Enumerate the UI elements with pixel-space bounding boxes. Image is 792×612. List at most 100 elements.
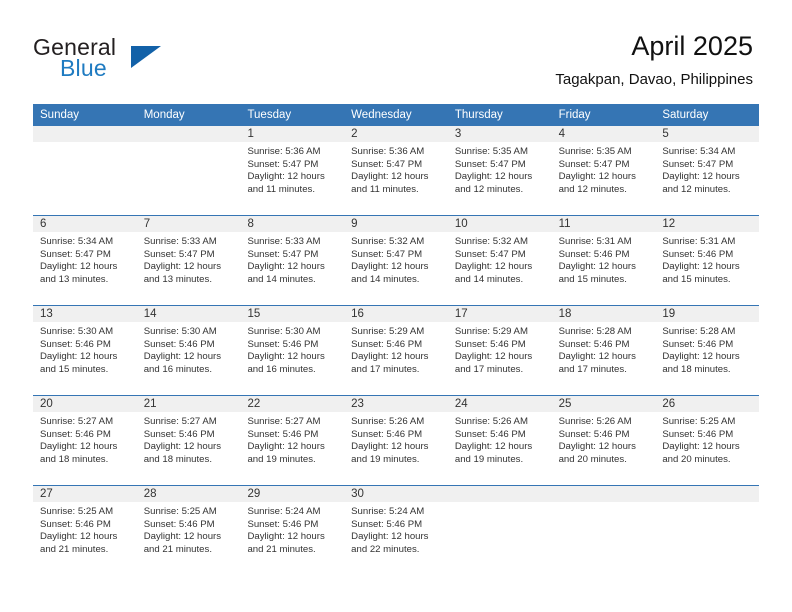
day-number bbox=[33, 126, 137, 142]
day-number: 9 bbox=[344, 216, 448, 232]
day-cell[interactable]: 14 Sunrise: 5:30 AM Sunset: 5:46 PM Dayligh… bbox=[136, 306, 241, 395]
day-cell[interactable]: 5 Sunrise: 5:34 AM Sunset: 5:47 PM Daylight… bbox=[655, 126, 760, 215]
day-number: 7 bbox=[136, 216, 241, 232]
sunrise-text: Sunrise: 5:33 AM bbox=[247, 236, 321, 247]
week-cells: 20 Sunrise: 5:27 AM Sunset: 5:46 PM Dayligh… bbox=[33, 396, 760, 485]
day-cell[interactable]: 3 Sunrise: 5:35 AM Sunset: 5:47 PM Daylight… bbox=[447, 126, 552, 215]
day-details: Sunrise: 5:32 AM Sunset: 5:47 PM Daylight:… bbox=[448, 232, 552, 286]
week-row: 13 Sunrise: 5:30 AM Sunset: 5:46 PM Dayligh… bbox=[33, 305, 760, 395]
sunrise-text: Sunrise: 5:28 AM bbox=[558, 326, 632, 337]
title-block: April 2025 Tagakpan, Davao, Philippines bbox=[555, 30, 753, 89]
day-number: 8 bbox=[240, 216, 345, 232]
day-number: 28 bbox=[136, 486, 241, 502]
daylight-text: Daylight: 12 hours and 16 minutes. bbox=[143, 351, 222, 375]
day-cell[interactable]: 1 Sunrise: 5:36 AM Sunset: 5:47 PM Daylight… bbox=[240, 126, 345, 215]
daylight-text: Daylight: 12 hours and 11 minutes. bbox=[351, 171, 429, 195]
sunset-text: Sunset: 5:46 PM bbox=[143, 338, 215, 350]
sunrise-text: Sunrise: 5:36 AM bbox=[247, 146, 321, 157]
day-cell[interactable]: 15 Sunrise: 5:30 AM Sunset: 5:46 PM Dayligh… bbox=[240, 306, 345, 395]
day-cell[interactable]: 13 Sunrise: 5:30 AM Sunset: 5:46 PM Dayligh… bbox=[33, 306, 137, 395]
calendar-page: General Blue April 2025 Tagakpan, Davao,… bbox=[0, 0, 792, 612]
sunrise-text: Sunrise: 5:36 AM bbox=[351, 146, 425, 157]
daylight-text: Daylight: 12 hours and 12 minutes. bbox=[558, 171, 636, 195]
daylight-text: Daylight: 12 hours and 22 minutes. bbox=[351, 531, 429, 555]
sunrise-text: Sunrise: 5:26 AM bbox=[454, 416, 528, 427]
sunrise-text: Sunrise: 5:31 AM bbox=[558, 236, 632, 247]
day-cell[interactable]: 30 Sunrise: 5:24 AM Sunset: 5:46 PM Dayligh… bbox=[344, 486, 448, 575]
daylight-text: Daylight: 12 hours and 15 minutes. bbox=[40, 351, 118, 375]
day-cell[interactable]: 8 Sunrise: 5:33 AM Sunset: 5:47 PM Daylight… bbox=[240, 216, 345, 305]
day-cell[interactable]: 16 Sunrise: 5:29 AM Sunset: 5:46 PM Dayligh… bbox=[344, 306, 448, 395]
day-cell[interactable]: 27 Sunrise: 5:25 AM Sunset: 5:46 PM Dayligh… bbox=[33, 486, 137, 575]
day-cell[interactable]: 9 Sunrise: 5:32 AM Sunset: 5:47 PM Daylight… bbox=[344, 216, 448, 305]
daylight-text: Daylight: 12 hours and 12 minutes. bbox=[454, 171, 533, 195]
daylight-text: Daylight: 12 hours and 15 minutes. bbox=[662, 261, 740, 285]
sunset-text: Sunset: 5:47 PM bbox=[454, 248, 526, 260]
day-number: 3 bbox=[447, 126, 552, 142]
day-number: 29 bbox=[240, 486, 345, 502]
day-cell[interactable]: 6 Sunrise: 5:34 AM Sunset: 5:47 PM Daylight… bbox=[33, 216, 137, 305]
day-cell[interactable]: 20 Sunrise: 5:27 AM Sunset: 5:46 PM Dayligh… bbox=[33, 396, 137, 485]
triangle-icon bbox=[131, 46, 161, 68]
sunrise-text: Sunrise: 5:26 AM bbox=[351, 416, 425, 427]
day-number: 19 bbox=[655, 306, 760, 322]
daylight-text: Daylight: 12 hours and 19 minutes. bbox=[247, 441, 325, 465]
day-number: 14 bbox=[136, 306, 241, 322]
day-cell[interactable]: 18 Sunrise: 5:28 AM Sunset: 5:46 PM Dayligh… bbox=[551, 306, 656, 395]
day-cell[interactable]: 29 Sunrise: 5:24 AM Sunset: 5:46 PM Dayligh… bbox=[240, 486, 345, 575]
day-details: Sunrise: 5:26 AM Sunset: 5:46 PM Daylight:… bbox=[552, 412, 656, 466]
day-cell[interactable]: 11 Sunrise: 5:31 AM Sunset: 5:46 PM Dayligh… bbox=[551, 216, 656, 305]
sunrise-text: Sunrise: 5:29 AM bbox=[351, 326, 425, 337]
day-details: Sunrise: 5:31 AM Sunset: 5:46 PM Daylight:… bbox=[655, 232, 759, 286]
day-details: Sunrise: 5:24 AM Sunset: 5:46 PM Daylight:… bbox=[240, 502, 344, 556]
brand-logo[interactable]: General Blue bbox=[33, 34, 233, 90]
day-number: 17 bbox=[447, 306, 552, 322]
sunrise-text: Sunrise: 5:24 AM bbox=[247, 506, 321, 517]
day-cell[interactable]: 2 Sunrise: 5:36 AM Sunset: 5:47 PM Daylight… bbox=[344, 126, 448, 215]
sunset-text: Sunset: 5:46 PM bbox=[351, 338, 423, 350]
day-cell[interactable]: 22 Sunrise: 5:27 AM Sunset: 5:46 PM Dayligh… bbox=[240, 396, 345, 485]
day-cell[interactable]: 21 Sunrise: 5:27 AM Sunset: 5:46 PM Dayligh… bbox=[136, 396, 241, 485]
sunset-text: Sunset: 5:47 PM bbox=[143, 248, 215, 260]
day-number: 27 bbox=[33, 486, 137, 502]
day-cell[interactable]: 25 Sunrise: 5:26 AM Sunset: 5:46 PM Dayligh… bbox=[551, 396, 656, 485]
day-cell[interactable]: 12 Sunrise: 5:31 AM Sunset: 5:46 PM Dayligh… bbox=[655, 216, 760, 305]
day-number: 21 bbox=[136, 396, 241, 412]
day-cell[interactable]: 4 Sunrise: 5:35 AM Sunset: 5:47 PM Daylight… bbox=[551, 126, 656, 215]
sunrise-text: Sunrise: 5:28 AM bbox=[662, 326, 736, 337]
daylight-text: Daylight: 12 hours and 19 minutes. bbox=[351, 441, 429, 465]
sunrise-text: Sunrise: 5:35 AM bbox=[454, 146, 528, 157]
day-cell[interactable]: 24 Sunrise: 5:26 AM Sunset: 5:46 PM Dayligh… bbox=[447, 396, 552, 485]
weekday-header-friday: Friday bbox=[558, 109, 591, 121]
sunset-text: Sunset: 5:47 PM bbox=[454, 158, 526, 170]
day-cell[interactable]: 28 Sunrise: 5:25 AM Sunset: 5:46 PM Dayligh… bbox=[136, 486, 241, 575]
day-details: Sunrise: 5:27 AM Sunset: 5:46 PM Daylight:… bbox=[240, 412, 344, 466]
sunset-text: Sunset: 5:46 PM bbox=[40, 338, 111, 350]
sunset-text: Sunset: 5:47 PM bbox=[40, 248, 111, 260]
day-cell[interactable]: 10 Sunrise: 5:32 AM Sunset: 5:47 PM Dayligh… bbox=[447, 216, 552, 305]
weekday-header-wednesday: Wednesday bbox=[351, 109, 412, 121]
day-details: Sunrise: 5:25 AM Sunset: 5:46 PM Daylight:… bbox=[655, 412, 759, 466]
day-number: 13 bbox=[33, 306, 137, 322]
day-cell[interactable]: 23 Sunrise: 5:26 AM Sunset: 5:46 PM Dayligh… bbox=[344, 396, 448, 485]
day-cell[interactable]: 19 Sunrise: 5:28 AM Sunset: 5:46 PM Dayligh… bbox=[655, 306, 760, 395]
day-cell[interactable]: 17 Sunrise: 5:29 AM Sunset: 5:46 PM Dayligh… bbox=[447, 306, 552, 395]
day-number: 5 bbox=[655, 126, 760, 142]
brand-name-secondary: Blue bbox=[60, 55, 107, 81]
sunrise-text: Sunrise: 5:24 AM bbox=[351, 506, 425, 517]
daylight-text: Daylight: 12 hours and 20 minutes. bbox=[662, 441, 740, 465]
day-number: 30 bbox=[344, 486, 448, 502]
sunset-text: Sunset: 5:46 PM bbox=[558, 338, 630, 350]
daylight-text: Daylight: 12 hours and 21 minutes. bbox=[40, 531, 118, 555]
sunset-text: Sunset: 5:46 PM bbox=[247, 428, 319, 440]
day-cell-empty bbox=[655, 486, 760, 575]
day-details: Sunrise: 5:24 AM Sunset: 5:46 PM Daylight:… bbox=[344, 502, 448, 556]
day-cell[interactable]: 26 Sunrise: 5:25 AM Sunset: 5:46 PM Dayligh… bbox=[655, 396, 760, 485]
day-cell[interactable]: 7 Sunrise: 5:33 AM Sunset: 5:47 PM Daylight… bbox=[136, 216, 241, 305]
day-number: 20 bbox=[33, 396, 137, 412]
sunset-text: Sunset: 5:46 PM bbox=[454, 428, 526, 440]
day-details: Sunrise: 5:35 AM Sunset: 5:47 PM Daylight:… bbox=[552, 142, 656, 196]
day-number: 11 bbox=[551, 216, 656, 232]
sunrise-text: Sunrise: 5:25 AM bbox=[662, 416, 736, 427]
daylight-text: Daylight: 12 hours and 18 minutes. bbox=[662, 351, 740, 375]
